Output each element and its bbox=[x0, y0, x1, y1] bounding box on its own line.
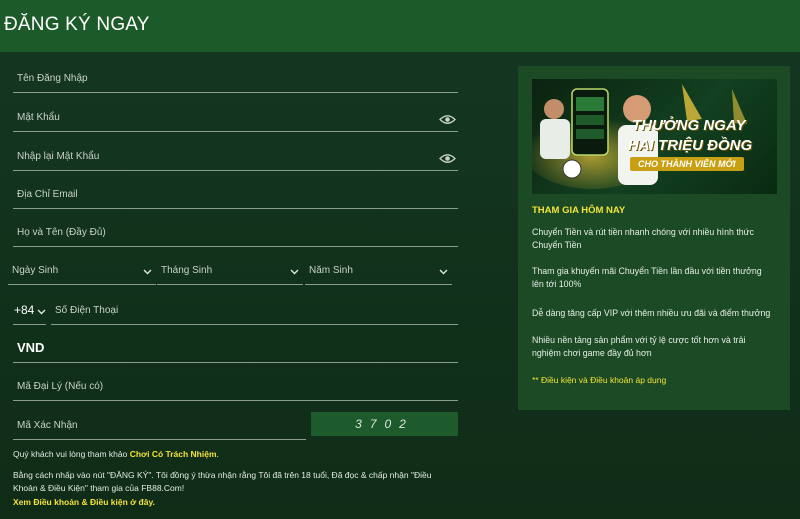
responsible-note: Quý khách vui lòng tham khảo Chơi Có Trá… bbox=[13, 448, 219, 460]
birth-day-select[interactable]: Ngày Sinh bbox=[8, 254, 156, 285]
page-header: ĐĂNG KÝ NGAY bbox=[0, 0, 800, 52]
promo-panel: THƯỞNG NGAY HAI TRIỆU ĐỒNG CHO THÀNH VIÊ… bbox=[518, 66, 790, 410]
password-placeholder: Mật Khẩu bbox=[17, 112, 60, 123]
username-field[interactable]: Tên Đăng Nhập bbox=[13, 62, 458, 93]
promo-item: Dễ dàng tăng cấp VIP với thêm nhiều ưu đ… bbox=[532, 308, 771, 318]
banner-line-3: CHO THÀNH VIÊN MỚI bbox=[630, 157, 744, 171]
banner-line-2: HAI TRIỆU ĐỒNG bbox=[628, 137, 753, 154]
captcha-input[interactable]: Mã Xác Nhận bbox=[13, 409, 306, 440]
country-code-value: +84 bbox=[14, 303, 35, 317]
consent-line-1: Bằng cách nhấp vào nút "ĐĂNG KÝ". Tôi đồ… bbox=[13, 470, 432, 480]
fullname-placeholder: Họ và Tên (Đầy Đủ) bbox=[17, 227, 106, 238]
birth-day-label: Ngày Sinh bbox=[12, 265, 59, 276]
chevron-down-icon bbox=[290, 269, 299, 275]
responsible-prefix: Quý khách vui lòng tham khảo bbox=[13, 449, 130, 459]
promo-item: Chuyển Tiền và rút tiền nhanh chóng với … bbox=[532, 227, 754, 250]
promo-item: Nhiều nền tảng sản phẩm với tỷ lệ cược t… bbox=[532, 335, 746, 358]
phone-placeholder: Số Điện Thoại bbox=[55, 305, 119, 316]
captcha-image[interactable]: 3702 bbox=[311, 412, 458, 436]
country-code-select[interactable]: +84 bbox=[13, 294, 46, 325]
responsible-gaming-link[interactable]: Chơi Có Trách Nhiệm bbox=[130, 449, 217, 459]
email-field[interactable]: Địa Chỉ Email bbox=[13, 178, 458, 209]
promo-terms[interactable]: ** Điều kiện và Điều khoản áp dụng bbox=[532, 375, 666, 385]
password-field[interactable]: Mật Khẩu bbox=[13, 101, 458, 132]
agent-code-placeholder: Mã Đại Lý (Nếu có) bbox=[17, 381, 104, 392]
birth-year-label: Năm Sinh bbox=[309, 265, 353, 276]
terms-link[interactable]: Xem Điều khoản & Điều kiện ở đây. bbox=[13, 496, 155, 508]
email-placeholder: Địa Chỉ Email bbox=[17, 189, 78, 200]
banner-line-1: THƯỞNG NGAY bbox=[632, 117, 746, 134]
captcha-placeholder: Mã Xác Nhận bbox=[17, 420, 78, 431]
birth-year-select[interactable]: Năm Sinh bbox=[305, 254, 452, 285]
confirm-password-placeholder: Nhập lại Mật Khẩu bbox=[17, 151, 100, 162]
fullname-field[interactable]: Họ và Tên (Đầy Đủ) bbox=[13, 216, 458, 247]
currency-field[interactable]: VND bbox=[13, 332, 458, 363]
username-placeholder: Tên Đăng Nhập bbox=[17, 73, 88, 84]
phone-field[interactable]: Số Điện Thoại bbox=[51, 294, 458, 325]
confirm-password-field[interactable]: Nhập lại Mật Khẩu bbox=[13, 140, 458, 171]
currency-value: VND bbox=[17, 340, 45, 355]
promo-item: Tham gia khuyến mãi Chuyển Tiền lần đầu … bbox=[532, 266, 762, 289]
chevron-down-icon bbox=[143, 269, 152, 275]
page-title: ĐĂNG KÝ NGAY bbox=[4, 14, 150, 35]
promo-title: THAM GIA HÔM NAY bbox=[532, 205, 626, 216]
eye-icon[interactable] bbox=[439, 153, 456, 164]
chevron-down-icon bbox=[439, 269, 448, 275]
chevron-down-icon bbox=[37, 309, 46, 315]
agent-code-field[interactable]: Mã Đại Lý (Nếu có) bbox=[13, 370, 458, 401]
promo-banner[interactable]: THƯỞNG NGAY HAI TRIỆU ĐỒNG CHO THÀNH VIÊ… bbox=[532, 79, 777, 194]
eye-icon[interactable] bbox=[439, 114, 456, 125]
birth-month-label: Tháng Sinh bbox=[161, 265, 213, 276]
responsible-suffix: . bbox=[216, 449, 219, 459]
birth-month-select[interactable]: Tháng Sinh bbox=[157, 254, 303, 285]
consent-line-2: Khoản & Điều Kiện" tham gia của FB88.Com… bbox=[13, 483, 185, 493]
